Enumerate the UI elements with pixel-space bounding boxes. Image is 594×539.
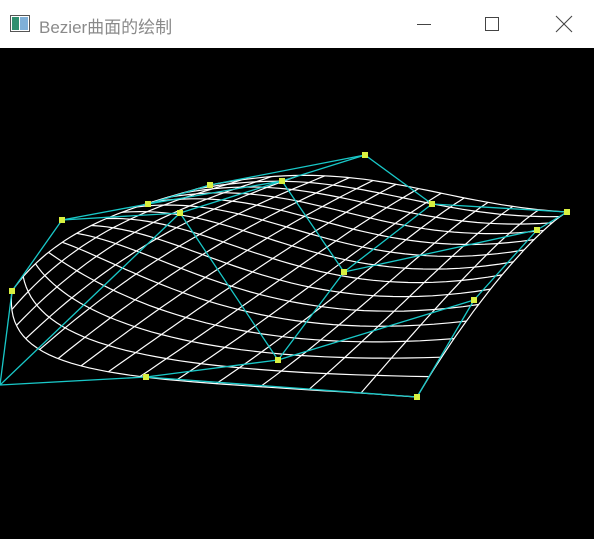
drawing-canvas[interactable] (0, 48, 594, 539)
control-net-edge (145, 359, 279, 378)
surface-v-line (62, 241, 467, 327)
window-title: Bezier曲面的绘制 (39, 18, 173, 37)
control-net-edge (536, 211, 568, 231)
surface-v-line (76, 232, 479, 312)
control-net-edge (0, 290, 13, 386)
app-window: Bezier曲面的绘制 (0, 0, 594, 539)
surface-u-line (11, 184, 211, 292)
control-point[interactable] (177, 210, 183, 216)
control-point[interactable] (59, 217, 65, 223)
surface-u-line (39, 175, 326, 351)
control-net-edge (179, 180, 283, 214)
close-button[interactable] (534, 0, 594, 48)
control-net-edge (11, 219, 63, 292)
control-point[interactable] (9, 288, 15, 294)
control-point[interactable] (429, 201, 435, 207)
maximize-button[interactable] (462, 0, 522, 48)
control-point[interactable] (362, 152, 368, 158)
minimize-icon (417, 24, 431, 25)
maximize-icon (485, 17, 499, 31)
control-point[interactable] (471, 297, 477, 303)
control-net-edge (343, 229, 538, 273)
control-point[interactable] (564, 209, 570, 215)
control-point[interactable] (143, 374, 149, 380)
control-point[interactable] (275, 357, 281, 363)
control-point[interactable] (534, 227, 540, 233)
surface-v-line (137, 204, 525, 258)
control-net-edge (179, 212, 279, 361)
surface-v-line (91, 224, 491, 298)
control-net-edge (473, 229, 538, 301)
control-net-edge (145, 376, 418, 398)
control-point[interactable] (414, 394, 420, 400)
control-net-edge (0, 376, 147, 386)
close-icon (555, 15, 573, 33)
bezier-surface-scene (0, 152, 570, 400)
control-point[interactable] (145, 201, 151, 207)
window-app-icon (10, 15, 30, 32)
control-point[interactable] (207, 182, 213, 188)
control-point[interactable] (279, 178, 285, 184)
control-point[interactable] (341, 269, 347, 275)
title-bar[interactable]: Bezier曲面的绘制 (0, 0, 594, 48)
bezier-surface-mesh (10, 174, 568, 398)
minimize-button[interactable] (394, 0, 454, 48)
